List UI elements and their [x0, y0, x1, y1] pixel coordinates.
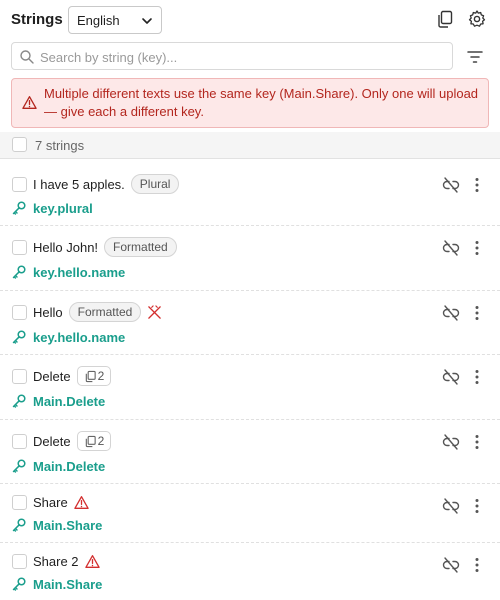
row-checkbox[interactable] [12, 554, 27, 569]
string-key: key.hello.name [33, 264, 126, 280]
row-checkbox[interactable] [12, 369, 27, 384]
string-row[interactable]: Delete 2 Main.Delete [0, 355, 500, 420]
string-row[interactable]: Hello John! Formatted key.hello.name [0, 226, 500, 291]
string-key: key.plural [33, 200, 93, 216]
language-select[interactable]: English [68, 6, 162, 34]
formatted-badge: Formatted [104, 237, 177, 257]
string-row[interactable]: Share Main.Share [0, 484, 500, 543]
more-options-icon[interactable] [470, 556, 484, 574]
unlink-icon[interactable] [442, 239, 460, 257]
row-checkbox[interactable] [12, 305, 27, 320]
string-text: Delete [33, 433, 71, 449]
string-row[interactable]: Delete 2 Main.Delete [0, 420, 500, 484]
more-options-icon[interactable] [470, 433, 484, 451]
copies-count: 2 [97, 434, 105, 448]
search-box [11, 42, 453, 70]
formatted-badge: Formatted [68, 302, 142, 322]
row-checkbox[interactable] [12, 240, 27, 255]
more-options-icon[interactable] [470, 368, 484, 386]
key-icon [12, 577, 26, 591]
select-all-checkbox[interactable] [12, 137, 27, 152]
gear-icon[interactable] [467, 9, 487, 29]
key-icon [12, 265, 26, 279]
string-row[interactable]: Hello Formatted key.hello.name [0, 291, 500, 355]
chevron-down-icon [142, 18, 152, 24]
broken-link-icon [148, 304, 162, 319]
string-text: Hello John! [33, 239, 99, 255]
unlink-icon[interactable] [442, 497, 460, 515]
summary-bar: 7 strings [0, 132, 500, 159]
string-key: key.hello.name [33, 329, 126, 345]
page-title: Strings [11, 11, 63, 28]
copy-icon [85, 370, 96, 382]
key-icon [12, 394, 26, 408]
string-text: Share 2 [33, 553, 79, 569]
row-checkbox[interactable] [12, 434, 27, 449]
search-input[interactable] [40, 47, 444, 67]
row-checkbox[interactable] [12, 177, 27, 192]
unlink-icon[interactable] [442, 368, 460, 386]
more-options-icon[interactable] [470, 304, 484, 322]
key-icon [12, 330, 26, 344]
strings-count: 7 strings [35, 138, 85, 153]
string-row[interactable]: Share 2 Main.Share [0, 543, 500, 599]
unlink-icon[interactable] [442, 433, 460, 451]
string-text: Delete [33, 368, 71, 384]
unlink-icon[interactable] [442, 176, 460, 194]
string-key: Main.Share [33, 576, 103, 592]
unlink-icon[interactable] [442, 556, 460, 574]
string-text: Share [33, 494, 68, 510]
string-key: Main.Delete [33, 458, 106, 474]
copy-icon [85, 435, 96, 447]
string-text: Hello [33, 304, 63, 320]
more-options-icon[interactable] [470, 176, 484, 194]
key-icon [12, 518, 26, 532]
copies-badge: 2 [76, 366, 112, 386]
search-icon [20, 50, 34, 64]
duplicate-key-alert: Multiple different texts use the same ke… [11, 78, 489, 128]
warning-icon [84, 554, 100, 568]
copies-badge: 2 [76, 431, 112, 451]
key-icon [12, 201, 26, 215]
string-text: I have 5 apples. [33, 176, 125, 192]
copies-count: 2 [97, 369, 105, 383]
row-checkbox[interactable] [12, 495, 27, 510]
plural-badge: Plural [130, 174, 180, 194]
string-key: Main.Share [33, 517, 103, 533]
warning-icon [22, 96, 37, 109]
header: Strings English [0, 0, 500, 40]
language-select-value: English [77, 13, 120, 28]
string-key: Main.Delete [33, 393, 106, 409]
alert-message: Multiple different texts use the same ke… [44, 86, 479, 119]
warning-icon [73, 495, 89, 509]
filter-icon[interactable] [464, 46, 486, 68]
key-icon [12, 459, 26, 473]
string-row[interactable]: I have 5 apples. Plural key.plural [0, 159, 500, 226]
unlink-icon[interactable] [442, 304, 460, 322]
more-options-icon[interactable] [470, 497, 484, 515]
strings-list: I have 5 apples. Plural key.plural Hello… [0, 159, 500, 599]
more-options-icon[interactable] [470, 239, 484, 257]
copy-icon[interactable] [435, 9, 455, 29]
